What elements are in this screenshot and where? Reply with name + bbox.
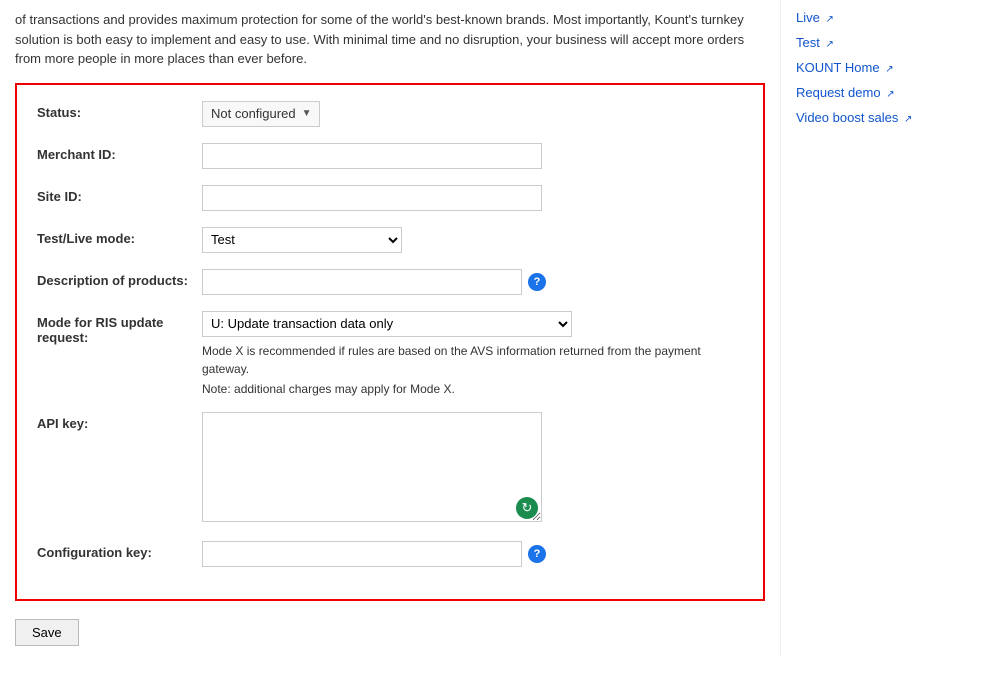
site-id-label: Site ID: [37, 185, 202, 204]
test-live-select[interactable]: Test Live [202, 227, 402, 253]
api-key-label: API key: [37, 412, 202, 431]
description-label: Description of products: [37, 269, 202, 288]
config-key-row: Configuration key: ? [37, 541, 743, 567]
sidebar-link-request-demo-label: Request demo [796, 85, 881, 100]
sidebar-link-video-boost[interactable]: Video boost sales ↗ [796, 110, 965, 125]
config-key-control: ? [202, 541, 743, 567]
external-link-icon-test: ↗ [825, 39, 833, 50]
sidebar-link-live[interactable]: Live ↗ [796, 10, 965, 25]
status-arrow-icon: ▼ [302, 108, 312, 119]
sidebar-link-live-label: Live [796, 10, 820, 25]
ris-row: Mode for RIS update request: U: Update t… [37, 311, 743, 396]
sidebar-link-kount-home[interactable]: KOUNT Home ↗ [796, 60, 965, 75]
test-live-control: Test Live [202, 227, 743, 253]
merchant-id-control [202, 143, 743, 169]
ris-control: U: Update transaction data only X: Updat… [202, 311, 743, 396]
test-live-label: Test/Live mode: [37, 227, 202, 246]
sidebar-link-test-label: Test [796, 35, 820, 50]
test-live-row: Test/Live mode: Test Live [37, 227, 743, 253]
refresh-icon-wrap: ↻ [516, 497, 538, 519]
config-key-help-icon[interactable]: ? [528, 545, 546, 563]
site-id-input[interactable] [202, 185, 542, 211]
description-input[interactable] [202, 269, 522, 295]
external-link-icon-live: ↗ [825, 14, 833, 25]
refresh-icon[interactable]: ↻ [516, 497, 538, 519]
sidebar-link-test[interactable]: Test ↗ [796, 35, 965, 50]
status-row: Status: Not configured ▼ [37, 101, 743, 127]
ris-note: Mode X is recommended if rules are based… [202, 342, 742, 378]
site-id-row: Site ID: [37, 185, 743, 211]
sidebar: Live ↗ Test ↗ KOUNT Home ↗ Request demo … [780, 0, 980, 656]
sidebar-link-video-boost-label: Video boost sales [796, 110, 898, 125]
status-value: Not configured [211, 106, 296, 121]
status-control: Not configured ▼ [202, 101, 743, 127]
config-key-wrap: ? [202, 541, 743, 567]
description-help-icon[interactable]: ? [528, 273, 546, 291]
intro-text: of transactions and provides maximum pro… [15, 10, 765, 69]
site-id-control [202, 185, 743, 211]
external-link-icon-video: ↗ [904, 114, 912, 125]
ris-note2: Note: additional charges may apply for M… [202, 382, 743, 396]
merchant-id-input[interactable] [202, 143, 542, 169]
merchant-id-row: Merchant ID: [37, 143, 743, 169]
config-key-label: Configuration key: [37, 541, 202, 560]
api-key-row: API key: ↻ [37, 412, 743, 525]
status-dropdown[interactable]: Not configured ▼ [202, 101, 320, 127]
ris-label: Mode for RIS update request: [37, 311, 202, 345]
config-form-box: Status: Not configured ▼ Merchant ID: Si… [15, 83, 765, 601]
api-key-control: ↻ [202, 412, 743, 525]
external-link-icon-kount: ↗ [885, 64, 893, 75]
sidebar-link-request-demo[interactable]: Request demo ↗ [796, 85, 965, 100]
external-link-icon-demo: ↗ [886, 89, 894, 100]
ris-select-wrap: U: Update transaction data only X: Updat… [202, 311, 743, 337]
status-label: Status: [37, 101, 202, 120]
api-key-textarea[interactable] [202, 412, 542, 522]
merchant-id-label: Merchant ID: [37, 143, 202, 162]
ris-mode-select[interactable]: U: Update transaction data only X: Updat… [202, 311, 572, 337]
api-key-wrap: ↻ [202, 412, 542, 525]
config-key-input[interactable] [202, 541, 522, 567]
description-row: Description of products: ? [37, 269, 743, 295]
description-control: ? [202, 269, 743, 295]
sidebar-link-kount-home-label: KOUNT Home [796, 60, 880, 75]
save-button[interactable]: Save [15, 619, 79, 646]
